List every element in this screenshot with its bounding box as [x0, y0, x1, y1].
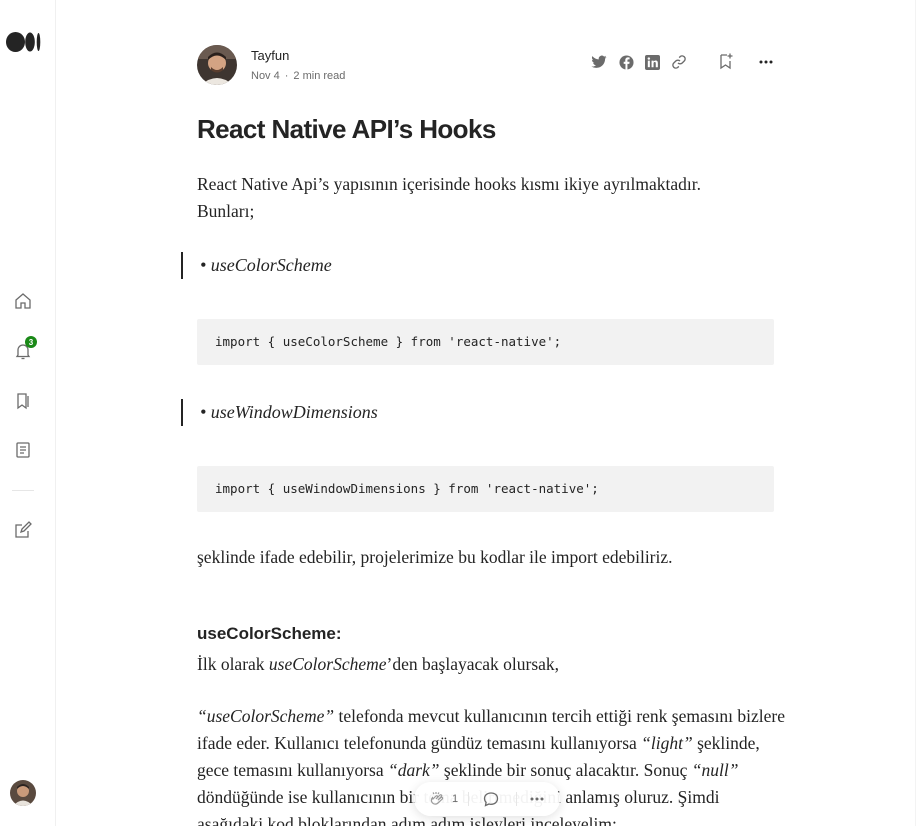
comment-button[interactable] — [482, 790, 500, 808]
bar-separator — [516, 792, 517, 806]
bookmark-add-icon[interactable] — [717, 52, 735, 70]
home-icon[interactable] — [12, 290, 34, 312]
right-edge — [915, 0, 923, 826]
bookmarks-icon[interactable] — [12, 390, 34, 412]
rail-divider — [12, 490, 34, 491]
comment-icon — [483, 792, 499, 807]
section-heading: useColorScheme: — [197, 624, 342, 643]
quote-use-color-scheme: • useColorScheme — [181, 252, 332, 279]
more-actions-button[interactable] — [528, 790, 546, 808]
bar-separator — [468, 792, 469, 806]
post-meta: Nov 4 · 2 min read — [251, 70, 345, 82]
clap-button[interactable]: 1 — [428, 790, 458, 808]
linkedin-icon[interactable] — [643, 53, 661, 71]
import-paragraph: şeklinde ifade edebilir, projelerimize b… — [197, 547, 673, 567]
intro-paragraph: React Native Api’s yapısının içerisinde … — [197, 174, 702, 221]
text-span: şeklinde bir sonuç alacaktır. Sonuç — [439, 760, 692, 780]
code-block-color-scheme: import { useColorScheme } from 'react-na… — [197, 319, 774, 365]
article-title: React Native API’s Hooks — [197, 114, 496, 144]
twitter-icon[interactable] — [590, 53, 608, 71]
quote-use-window-dimensions: • useWindowDimensions — [181, 399, 378, 426]
italic-term: “null” — [691, 760, 739, 780]
text-span: İlk olarak — [197, 654, 269, 674]
facebook-icon[interactable] — [617, 53, 635, 71]
write-icon[interactable] — [12, 519, 34, 541]
italic-term: “useColorScheme” — [197, 706, 335, 726]
user-avatar[interactable] — [10, 780, 36, 806]
italic-term: useColorScheme — [268, 654, 387, 674]
meta-separator: · — [284, 70, 289, 82]
clap-icon — [430, 792, 444, 805]
author-avatar[interactable] — [197, 45, 237, 85]
italic-term: “light” — [641, 733, 693, 753]
italic-term: “dark” — [387, 760, 440, 780]
left-rail: 3 — [0, 0, 56, 826]
more-horizontal-icon — [530, 797, 544, 801]
author-name[interactable]: Tayfun — [251, 48, 289, 63]
floating-action-bar: 1 — [414, 782, 560, 816]
link-icon[interactable] — [670, 53, 688, 71]
clap-count: 1 — [452, 793, 459, 805]
more-icon[interactable] — [757, 53, 775, 71]
notification-badge: 3 — [25, 336, 37, 348]
stories-icon[interactable] — [12, 439, 34, 461]
read-time: 2 min read — [293, 70, 346, 82]
post-date: Nov 4 — [251, 70, 280, 82]
text-span: ’den başlayacak olursak, — [386, 654, 560, 674]
code-block-window-dimensions: import { useWindowDimensions } from 'rea… — [197, 466, 774, 512]
medium-logo[interactable] — [6, 32, 42, 52]
section-intro-paragraph: İlk olarak useColorScheme’den başlayacak… — [197, 651, 559, 678]
